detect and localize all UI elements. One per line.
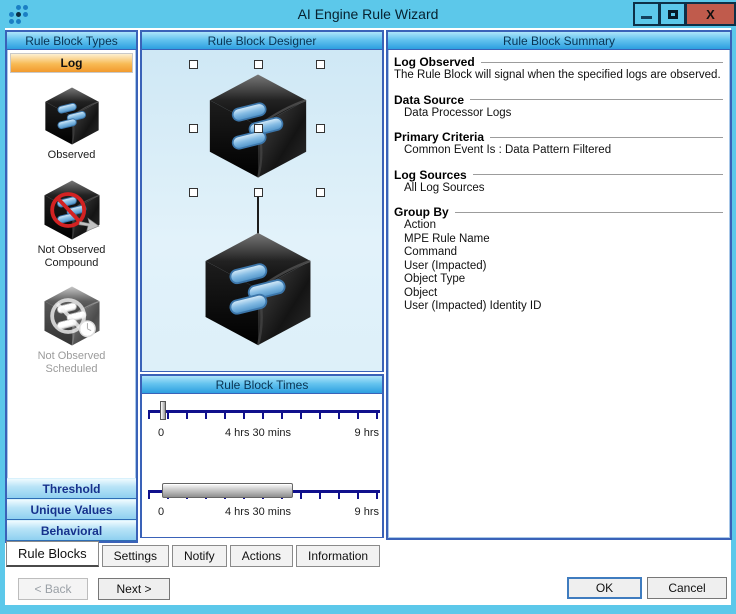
rule-block-times-header: Rule Block Times [142,376,382,394]
not-observed-cube-icon [40,178,104,242]
selection-handle[interactable] [189,60,198,69]
tab-rule-blocks[interactable]: Rule Blocks [6,541,99,567]
log-category-button[interactable]: Log [10,53,133,73]
rule-block-summary-panel: Rule Block Summary Log Observed The Rule… [386,30,732,540]
tab-settings[interactable]: Settings [101,545,169,567]
slider1-min-label: 0 [158,427,165,439]
maximize-button[interactable] [659,2,686,26]
rule-block-types-panel: Rule Block Types Log Observed Not Observ… [5,30,138,543]
minimize-icon [641,15,652,19]
group-by-item: Command [404,246,458,258]
rule-type-label: Not Observed Compound [37,244,106,269]
slider2-mid-label: 4 hrs 30 mins [224,506,292,518]
rule-block-designer-header: Rule Block Designer [142,32,382,50]
not-observed-scheduled-cube-icon [40,284,104,348]
rule-block-types-header: Rule Block Types [7,32,136,50]
range-slider-bar[interactable] [162,483,293,498]
observed-cube-icon [44,86,99,146]
rule-type-label: Observed [47,149,96,161]
behavioral-category-button[interactable]: Behavioral [7,520,136,541]
group-by-item: Object Type [404,273,466,285]
section-title-log-observed: Log Observed [394,55,723,69]
rule-type-label: Not Observed Scheduled [37,350,106,375]
section-line: The Rule Block will signal when the spec… [394,69,721,81]
tab-actions[interactable]: Actions [229,545,294,567]
selection-handle[interactable] [316,188,325,197]
cancel-button[interactable]: Cancel [647,577,727,599]
section-line: Common Event Is : Data Pattern Filtered [404,144,612,156]
time-slider-ticks [148,413,378,419]
rule-type-observed[interactable]: Observed [7,85,136,162]
title-bar[interactable]: AI Engine Rule Wizard X [0,0,736,28]
slider2-max-label: 9 hrs [354,506,379,518]
close-button[interactable]: X [685,2,736,26]
rule-block-times-panel: Rule Block Times 0 4 hrs 30 mins 9 hrs 0… [140,374,384,538]
left-panel-spacer [7,376,136,478]
selection-handle[interactable] [189,124,198,133]
section-line: All Log Sources [404,181,485,194]
selection-handle[interactable] [189,188,198,197]
selection-handle[interactable] [316,124,325,133]
unique-values-category-button[interactable]: Unique Values [7,499,136,520]
threshold-category-button[interactable]: Threshold [7,478,136,499]
rule-block-designer-panel: Rule Block Designer [140,30,384,372]
window-title: AI Engine Rule Wizard [297,6,439,22]
selection-handle[interactable] [254,60,263,69]
maximize-icon [667,9,678,19]
selection-handle[interactable] [316,60,325,69]
rule-type-not-observed-scheduled: Not Observed Scheduled [7,284,136,376]
selection-handle[interactable] [254,124,263,133]
section-title-log-sources: Log Sources [394,168,723,182]
group-by-item: Action [404,219,436,231]
section-title-data-source: Data Source [394,93,723,107]
summary-body: Log Observed The Rule Block will signal … [388,50,730,314]
slider1-max-label: 9 hrs [354,427,379,439]
tab-notify[interactable]: Notify [172,545,227,567]
rule-block-summary-header: Rule Block Summary [388,32,730,50]
tab-information[interactable]: Information [296,545,381,567]
group-by-item: User (Impacted) Identity ID [404,300,542,312]
minimize-button[interactable] [633,2,660,26]
close-icon: X [706,6,715,22]
rule-type-not-observed-compound[interactable]: Not Observed Compound [7,178,136,270]
slider2-min-label: 0 [158,506,165,518]
slider1-mid-label: 4 hrs 30 mins [224,427,292,439]
designer-canvas[interactable] [142,50,382,371]
time-slider-thumb[interactable] [160,401,166,420]
ai-engine-rule-wizard-window: AI Engine Rule Wizard X Rule Block Types… [0,0,736,614]
section-title-group-by: Group By [394,205,723,219]
group-by-item: User (Impacted) [404,259,487,272]
ok-button[interactable]: OK [567,577,642,599]
rule-block-cube[interactable] [197,228,319,350]
group-by-item: MPE Rule Name [404,232,490,245]
section-line: Data Processor Logs [404,106,512,119]
back-button: < Back [18,578,88,600]
selection-handle[interactable] [254,188,263,197]
wizard-tab-strip: Rule Blocks Settings Notify Actions Info… [6,541,383,567]
next-button[interactable]: Next > [98,578,170,600]
times-body: 0 4 hrs 30 mins 9 hrs 0 4 hrs 30 mins 9 … [142,394,382,537]
group-by-item: Object [404,286,438,299]
section-title-primary-criteria: Primary Criteria [394,130,723,144]
